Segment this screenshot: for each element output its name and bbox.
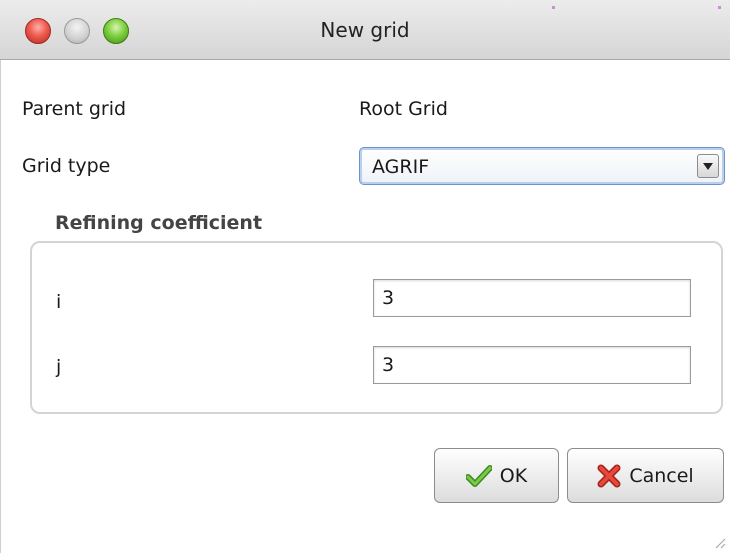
resize-grip-icon[interactable] xyxy=(712,535,726,549)
j-label: j xyxy=(56,356,62,378)
window-title: New grid xyxy=(320,18,410,42)
parent-grid-label: Parent grid xyxy=(22,98,127,120)
ok-button[interactable]: OK xyxy=(434,448,559,503)
j-input[interactable] xyxy=(373,346,691,384)
cancel-button[interactable]: Cancel xyxy=(567,448,724,503)
i-input[interactable] xyxy=(373,279,691,317)
chevron-down-icon[interactable] xyxy=(697,154,719,178)
window-edge xyxy=(0,60,1,553)
i-label: i xyxy=(56,291,62,313)
ok-button-label: OK xyxy=(499,464,528,487)
cancel-button-label: Cancel xyxy=(629,464,694,487)
grid-type-label: Grid type xyxy=(22,155,111,177)
parent-grid-value: Root Grid xyxy=(359,98,448,120)
grid-type-selected-value: AGRIF xyxy=(372,156,430,178)
title-bar: New grid xyxy=(0,0,730,60)
x-icon xyxy=(597,464,621,488)
refining-coefficient-title: Refining coefficient xyxy=(55,212,263,234)
refining-coefficient-group xyxy=(30,241,723,414)
decorative-mark xyxy=(552,6,555,9)
decorative-mark xyxy=(718,6,721,9)
grid-type-select[interactable]: AGRIF xyxy=(359,147,725,185)
checkmark-icon xyxy=(465,464,492,487)
